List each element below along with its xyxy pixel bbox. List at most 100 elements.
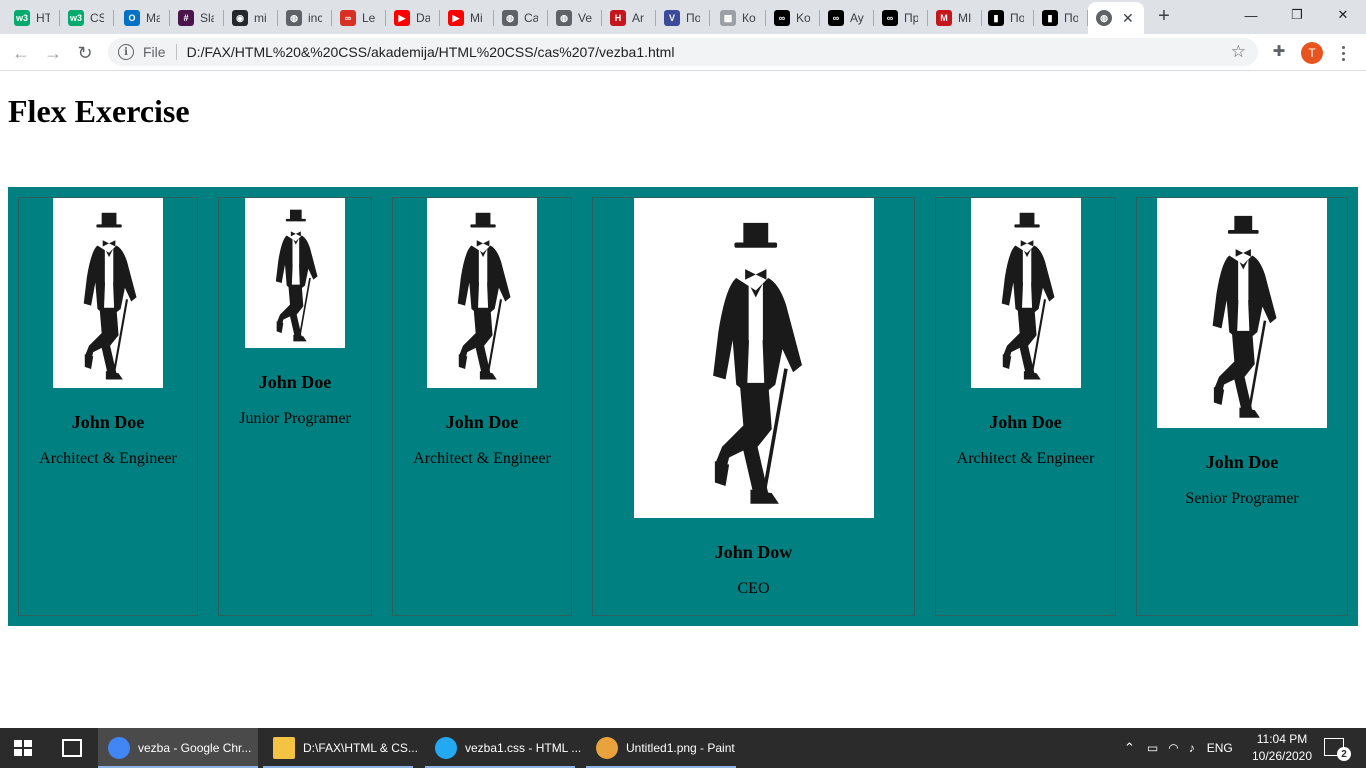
person-card: John Doe Architect & Engineer (392, 197, 572, 616)
taskbar-app[interactable]: Untitled1.png - Paint (586, 728, 736, 768)
browser-tab[interactable]: M МІ (928, 2, 982, 34)
profile-avatar[interactable]: T (1301, 42, 1323, 64)
person-name: John Dow (714, 542, 793, 562)
gentleman-image (1157, 198, 1327, 428)
close-tab-icon[interactable]: ✕ (1122, 10, 1134, 27)
page-content: Flex Exercise John Doe Architect & Engin… (0, 71, 1366, 728)
browser-toolbar: ← → ↻ i File D:/FAX/HTML%20&%20CSS/akade… (0, 34, 1366, 71)
browser-tab[interactable]: ◍ Ca (494, 2, 548, 34)
taskbar-app[interactable]: vezba - Google Chr... (98, 728, 258, 768)
browser-tab[interactable]: w3 CS (60, 2, 114, 34)
browser-tab[interactable]: ▮ По (980, 2, 1034, 34)
scheme-label: File (143, 44, 166, 60)
chrome-icon (108, 737, 130, 759)
tab-label: mi (254, 11, 267, 25)
reload-button[interactable]: ↻ (72, 40, 98, 66)
browser-tab[interactable]: ▮ По (1034, 2, 1088, 34)
windows-start-icon[interactable] (14, 740, 32, 756)
page-title: Flex Exercise (8, 93, 190, 129)
taskbar-app-label: vezba1.css - HTML ... (465, 741, 582, 755)
new-tab-button[interactable]: + (1152, 5, 1176, 29)
taskbar-app[interactable]: D:\FAX\HTML & CS... (263, 728, 418, 768)
tab-label: По (1010, 11, 1024, 25)
browser-tab[interactable]: ▦ Ко (712, 2, 766, 34)
outlook-icon: O (124, 10, 140, 26)
tab-label: Ca (524, 11, 538, 25)
separator (175, 44, 177, 60)
browser-tab[interactable]: # Sla (170, 2, 224, 34)
browser-tab[interactable]: ◍ inc (278, 2, 332, 34)
taskbar-app-label: D:\FAX\HTML & CS... (303, 741, 418, 755)
minimize-button[interactable]: — (1228, 0, 1274, 30)
tab-label: Ar (632, 11, 644, 25)
browser-tab[interactable]: ◍ Ve (548, 2, 602, 34)
person-card: John Dow CEO (592, 197, 915, 616)
image-icon: ▦ (720, 10, 736, 26)
browser-tab[interactable]: H Ar (602, 2, 656, 34)
browser-tab[interactable]: ∞ Пр (874, 2, 928, 34)
tab-label: По (1064, 11, 1078, 25)
tab-strip: w3 HT w3 CS O Ma # Sla ◉ mi ◍ inc ∞ Le ▶ Da ▶ Mi ◍ Ca ◍ Ve H Ar… (0, 0, 1366, 34)
browser-tab[interactable]: ▶ Mi (440, 2, 494, 34)
tripadvisor-icon: ∞ (774, 10, 790, 26)
clock-date: 10/26/2020 (1251, 749, 1313, 763)
tab-label: Ay (850, 11, 864, 25)
maximize-button[interactable]: ❐ (1274, 0, 1320, 30)
battery-icon[interactable]: ▭ (1147, 741, 1158, 755)
w3schools-icon: w3 (14, 10, 30, 26)
wifi-icon[interactable]: ◠ (1168, 741, 1178, 755)
person-name: John Doe (989, 412, 1062, 432)
person-role: Junior Programer (239, 410, 351, 427)
tab-label: Пр (904, 11, 918, 25)
tab-label: Sla (200, 11, 214, 25)
address-bar[interactable]: i File D:/FAX/HTML%20&%20CSS/akademija/H… (108, 38, 1258, 66)
site-info-icon[interactable]: i (118, 44, 134, 60)
tab-active[interactable]: ◍ ✕ (1088, 2, 1144, 34)
h-logo-icon: H (610, 10, 626, 26)
globe-icon: ◍ (556, 10, 572, 26)
system-clock[interactable]: 11:04 PM 10/26/2020 (1250, 731, 1314, 765)
tripadvisor-icon: ∞ (882, 10, 898, 26)
bookmark-icon: ▮ (1042, 10, 1058, 26)
v-logo-icon: V (664, 10, 680, 26)
tab-label: Da (416, 11, 430, 25)
language-indicator[interactable]: ENG (1207, 741, 1233, 755)
url-text[interactable]: D:/FAX/HTML%20&%20CSS/akademija/HTML%20C… (187, 44, 675, 60)
tab-label: Ко (742, 11, 756, 25)
person-role: CEO (737, 580, 770, 597)
person-name: John Doe (71, 412, 145, 432)
tab-label: Mi (470, 11, 483, 25)
forward-button[interactable]: → (40, 40, 66, 66)
person-name: John Doe (258, 372, 332, 392)
browser-tab[interactable]: ∞ Le (332, 2, 386, 34)
tab-separator (709, 10, 710, 26)
globe-icon: ◍ (1096, 10, 1112, 26)
taskbar-app[interactable]: vezba1.css - HTML ... (425, 728, 581, 768)
menu-dots-icon[interactable] (1336, 42, 1350, 64)
task-view-icon[interactable] (62, 739, 82, 757)
bookmark-star-icon[interactable]: ☆ (1231, 42, 1246, 62)
windows-taskbar: vezba - Google Chr... D:\FAX\HTML & CS...… (0, 728, 1366, 768)
tab-label: Le (362, 11, 376, 25)
tab-label: МІ (958, 11, 972, 25)
browser-tab[interactable]: ∞ Ay (820, 2, 874, 34)
browser-tab[interactable]: ∞ Ko (766, 2, 820, 34)
browser-tab[interactable]: O Ma (116, 2, 170, 34)
extensions-icon[interactable]: ✚ (1268, 42, 1290, 64)
gentleman-image (245, 198, 345, 348)
link-icon: ∞ (340, 10, 356, 26)
browser-tab[interactable]: w3 HT (6, 2, 60, 34)
browser-tab[interactable]: ◉ mi (224, 2, 278, 34)
tab-label: inc (308, 11, 322, 25)
browser-tab[interactable]: V По (656, 2, 710, 34)
browser-tab[interactable]: ▶ Da (386, 2, 440, 34)
volume-icon[interactable]: ♪ (1189, 741, 1195, 755)
gentleman-image (970, 198, 1081, 388)
chevron-up-icon[interactable]: ⌃ (1124, 740, 1135, 756)
person-card: John Doe Senior Programer (1136, 197, 1348, 616)
gentleman-image (427, 198, 537, 388)
notification-icon[interactable]: 2 (1324, 738, 1351, 761)
tab-label: Ko (796, 11, 810, 25)
back-button[interactable]: ← (8, 40, 34, 66)
close-window-button[interactable]: ✕ (1320, 0, 1366, 30)
